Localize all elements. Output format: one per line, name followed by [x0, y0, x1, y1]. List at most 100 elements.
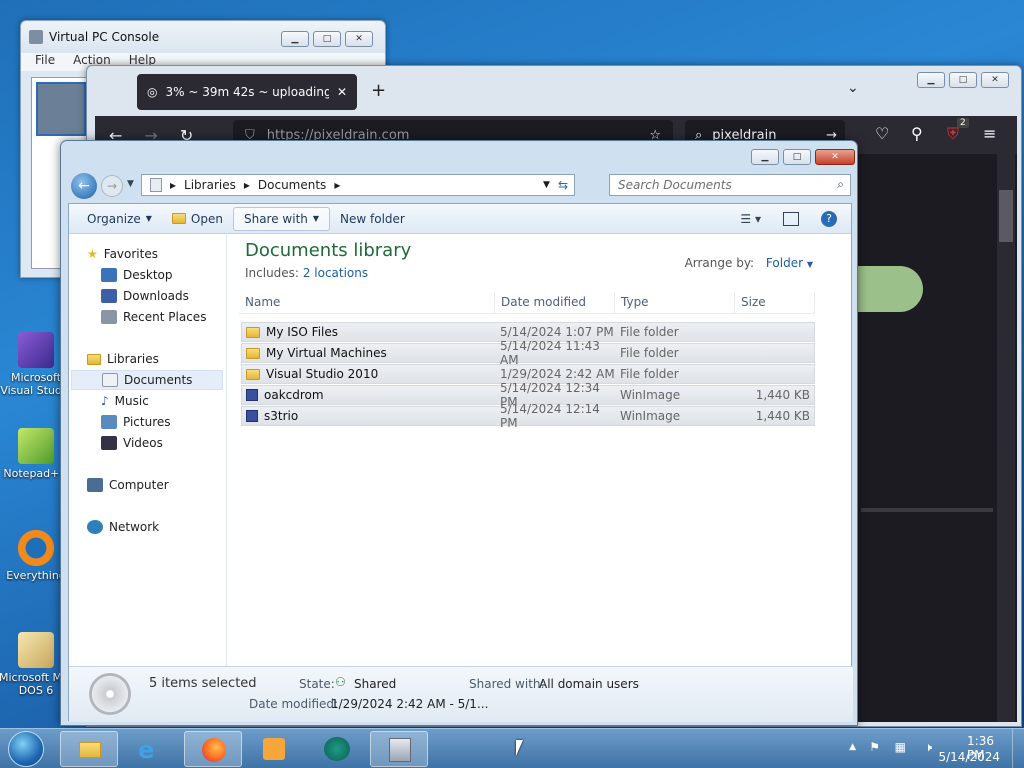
address-bar[interactable]: ▸ Libraries ▸ Documents ▸ ▼ ⇆	[141, 174, 575, 196]
vpc-close-button[interactable]: ✕	[345, 31, 373, 47]
refresh-icon[interactable]: ⇆	[558, 178, 568, 192]
vpc-maximize-button[interactable]: □	[313, 31, 341, 47]
show-hidden-icons[interactable]: ▲	[849, 742, 856, 752]
forward-button[interactable]: →	[101, 175, 123, 197]
page-scrollbar-thumb[interactable]	[999, 190, 1013, 242]
chevron-down-icon: ▼	[806, 260, 813, 269]
clock-date[interactable]: 5/14/2024	[938, 750, 1000, 764]
menu-icon[interactable]: ≡	[983, 124, 996, 143]
history-dropdown-icon[interactable]: ▼	[127, 179, 134, 189]
nav-downloads[interactable]: Downloads	[101, 286, 189, 306]
firefox-close-button[interactable]: ✕	[981, 72, 1009, 88]
new-tab-button[interactable]: +	[371, 80, 386, 101]
nav-network[interactable]: Network	[87, 517, 159, 537]
column-header-date[interactable]: Date modified	[495, 292, 615, 313]
vpc-app-icon	[29, 30, 43, 44]
library-includes: Includes: 2 locations	[245, 266, 368, 280]
file-type: WinImage	[620, 388, 681, 402]
nav-desktop[interactable]: Desktop	[101, 265, 173, 285]
explorer-maximize-button[interactable]: □	[783, 149, 811, 165]
nav-label: Favorites	[103, 247, 158, 261]
nav-videos[interactable]: Videos	[101, 433, 163, 453]
file-name-cell: My Virtual Machines	[242, 346, 500, 360]
start-button[interactable]	[8, 731, 44, 767]
network-tray-icon[interactable]: ▦	[895, 740, 906, 754]
list-all-tabs-button[interactable]: ⌄	[847, 80, 859, 96]
desktop-icon	[101, 268, 117, 282]
column-header-name[interactable]: Name	[239, 292, 495, 313]
page-scrollbar[interactable]	[997, 154, 1015, 722]
explorer-minimize-button[interactable]: ▁	[751, 149, 779, 165]
music-icon: ♪	[101, 394, 109, 408]
firefox-minimize-button[interactable]: ▁	[917, 72, 945, 88]
taskbar-media-player[interactable]	[246, 731, 304, 767]
tab-upload[interactable]: ◎ 3% ~ 39m 42s ~ uploading to p ✕	[137, 74, 357, 110]
share-label: Share with	[243, 211, 308, 226]
breadcrumb-documents[interactable]: Documents	[258, 178, 326, 192]
new-folder-button[interactable]: New folder	[330, 207, 415, 231]
network-icon	[87, 520, 103, 534]
vpc-minimize-button[interactable]: ▁	[281, 31, 309, 47]
nav-music[interactable]: ♪ Music	[101, 391, 149, 411]
column-header-size[interactable]: Size	[735, 292, 815, 313]
breadcrumb-separator[interactable]: ▸	[334, 178, 340, 192]
volume-muted-icon[interactable]: 🕨	[924, 740, 932, 755]
firefox-maximize-button[interactable]: □	[949, 72, 977, 88]
action-center-flag-icon[interactable]: ⚑	[869, 740, 880, 754]
file-date: 1/29/2024 2:42 AM	[500, 367, 615, 381]
open-button[interactable]: Open	[162, 207, 233, 231]
address-dropdown-icon[interactable]: ▼	[543, 180, 550, 190]
breadcrumb-separator[interactable]: ▸	[244, 178, 250, 192]
explorer-close-button[interactable]: ✕	[815, 149, 855, 165]
page-green-button[interactable]	[855, 266, 923, 312]
nav-recent-places[interactable]: Recent Places	[101, 307, 206, 327]
arrange-by-dropdown[interactable]: Folder	[766, 256, 803, 270]
shared-with-value: All domain users	[539, 677, 639, 691]
tab-close-icon[interactable]: ✕	[337, 85, 347, 99]
computer-icon	[87, 478, 103, 492]
help-icon[interactable]: ?	[821, 210, 837, 227]
column-header-type[interactable]: Type	[615, 292, 735, 313]
nav-favorites[interactable]: ★ Favorites	[87, 244, 158, 264]
file-size: 1,440 KB	[755, 409, 810, 423]
share-with-button[interactable]: Share with ▼	[232, 206, 331, 231]
shared-with-label: Shared with:	[469, 677, 545, 691]
tab-label: 3% ~ 39m 42s ~ uploading to p	[165, 85, 329, 99]
chevron-down-icon: ▼	[145, 214, 152, 223]
file-name: My ISO Files	[266, 325, 339, 339]
view-options-icon[interactable]: ☰ ▾	[740, 212, 761, 226]
nav-pictures[interactable]: Pictures	[101, 412, 171, 432]
visual-studio-icon	[18, 332, 54, 368]
organize-button[interactable]: Organize ▼	[77, 207, 162, 231]
file-type: WinImage	[620, 409, 681, 423]
search-input[interactable]: Search Documents ⌕	[609, 174, 851, 196]
file-row[interactable]: s3trio 5/14/2024 12:14 PM WinImage 1,440 KB	[241, 402, 815, 430]
taskbar-explorer[interactable]	[60, 731, 118, 767]
details-pane: 5 items selected State: ⚇ Shared Shared …	[69, 666, 853, 722]
explorer-window[interactable]: ▁ □ ✕ ← → ▼ ▸ Libraries ▸ Documents ▸ ▼ …	[60, 140, 858, 726]
back-button[interactable]: ←	[71, 173, 97, 199]
nav-documents[interactable]: Documents	[71, 370, 223, 390]
virtual-pc-icon	[389, 738, 411, 762]
date-modified-value: 1/29/2024 2:42 AM - 5/1...	[331, 697, 489, 711]
file-row[interactable]: My Virtual Machines 5/14/2024 11:43 AM Fil…	[241, 339, 815, 367]
library-icon	[150, 178, 162, 192]
vm-thumbnail[interactable]	[36, 82, 86, 136]
breadcrumb-libraries[interactable]: Libraries	[184, 178, 236, 192]
show-desktop-button[interactable]	[1012, 729, 1024, 768]
nav-libraries[interactable]: Libraries	[87, 349, 159, 369]
taskbar-app-green[interactable]	[308, 731, 366, 767]
chevron-down-icon: ▼	[312, 214, 320, 223]
nav-label: Libraries	[107, 352, 159, 366]
preview-pane-icon[interactable]	[783, 211, 799, 226]
breadcrumb-separator[interactable]: ▸	[170, 178, 176, 192]
includes-locations-link[interactable]: 2 locations	[303, 266, 368, 280]
taskbar-virtual-pc[interactable]	[370, 731, 428, 767]
taskbar-firefox[interactable]	[184, 731, 242, 767]
folder-icon	[246, 347, 260, 359]
taskbar-internet-explorer[interactable]: e	[122, 731, 180, 767]
extensions-icon[interactable]: ⚲	[911, 124, 923, 143]
vpc-menu-file[interactable]: File	[35, 53, 55, 71]
pocket-icon[interactable]: ♡	[875, 124, 889, 143]
nav-computer[interactable]: Computer	[87, 475, 169, 495]
